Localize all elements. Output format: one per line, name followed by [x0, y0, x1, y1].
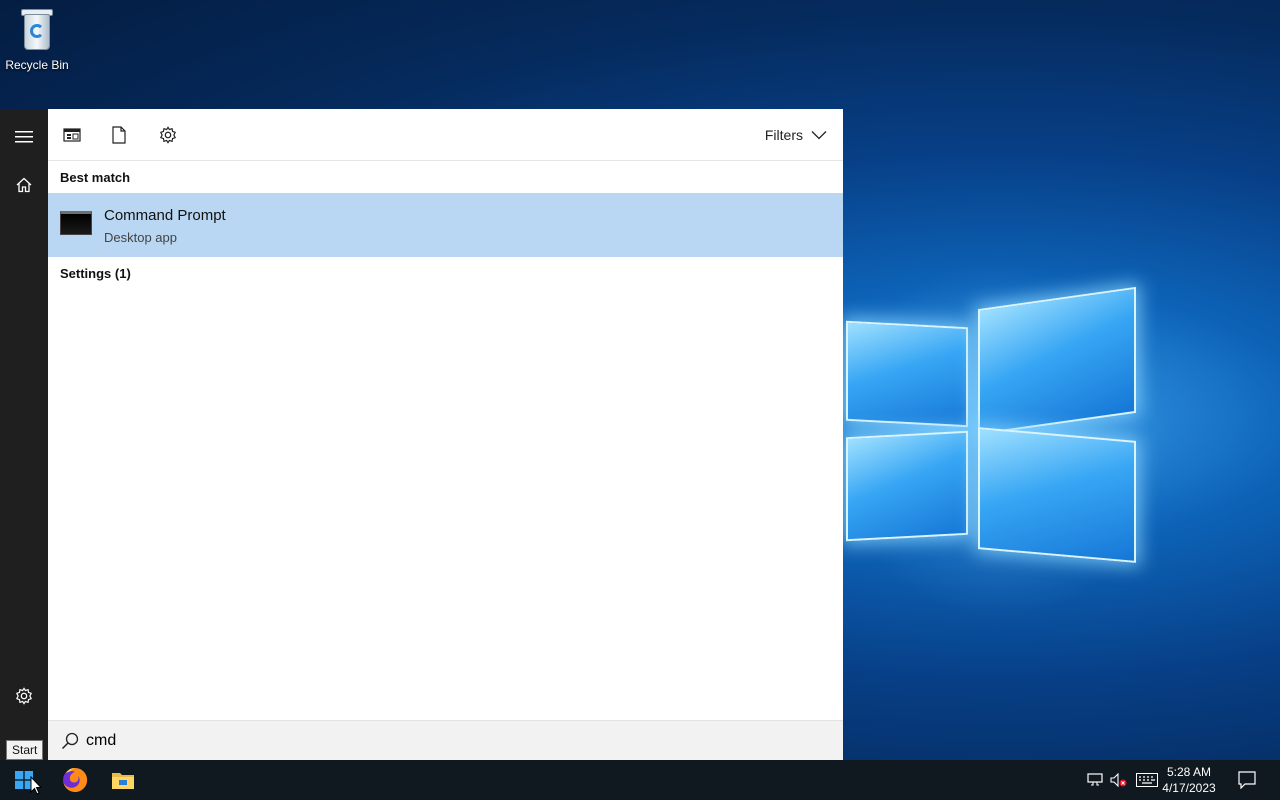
search-box[interactable]	[48, 720, 843, 760]
start-tooltip: Start	[6, 740, 44, 760]
taskbar: 5:28 AM 4/17/2023	[0, 760, 1280, 800]
notifications-icon[interactable]	[1234, 760, 1260, 800]
clock-date: 4/17/2023	[1162, 781, 1216, 795]
result-subtitle: Desktop app	[104, 230, 177, 245]
desktop-icon-recycle-bin[interactable]: Recycle Bin	[4, 6, 70, 72]
recycle-bin-icon	[18, 6, 56, 52]
windows-wallpaper-logo	[842, 280, 1142, 590]
chevron-down-icon	[811, 131, 827, 140]
search-results-panel: Filters Best match Command Prompt Deskto…	[48, 109, 843, 760]
apps-icon[interactable]	[60, 123, 84, 147]
search-icon	[61, 732, 79, 750]
filters-label: Filters	[764, 127, 803, 143]
search-header: Filters	[48, 109, 843, 161]
best-match-result[interactable]: Command Prompt Desktop app	[48, 193, 843, 257]
home-icon[interactable]	[0, 161, 48, 209]
best-match-heading: Best match	[60, 170, 131, 185]
settings-section-heading[interactable]: Settings (1)	[60, 266, 131, 281]
search-input[interactable]	[86, 727, 786, 755]
network-icon[interactable]	[1084, 760, 1106, 800]
volume-muted-icon[interactable]	[1108, 760, 1130, 800]
filters-button[interactable]: Filters	[765, 127, 827, 143]
firefox-icon[interactable]	[51, 760, 99, 800]
start-rail	[0, 109, 48, 760]
mouse-cursor-icon	[30, 776, 42, 795]
cmd-icon	[60, 211, 92, 235]
taskbar-clock[interactable]: 5:28 AM 4/17/2023	[1154, 764, 1224, 796]
file-explorer-icon[interactable]	[99, 760, 147, 800]
result-title: Command Prompt	[104, 207, 226, 224]
gear-icon[interactable]	[0, 672, 48, 720]
clock-time: 5:28 AM	[1166, 765, 1212, 779]
desktop-icon-label: Recycle Bin	[5, 58, 69, 72]
settings-icon[interactable]	[156, 123, 180, 147]
documents-icon[interactable]	[107, 123, 131, 147]
hamburger-icon[interactable]	[0, 113, 48, 161]
